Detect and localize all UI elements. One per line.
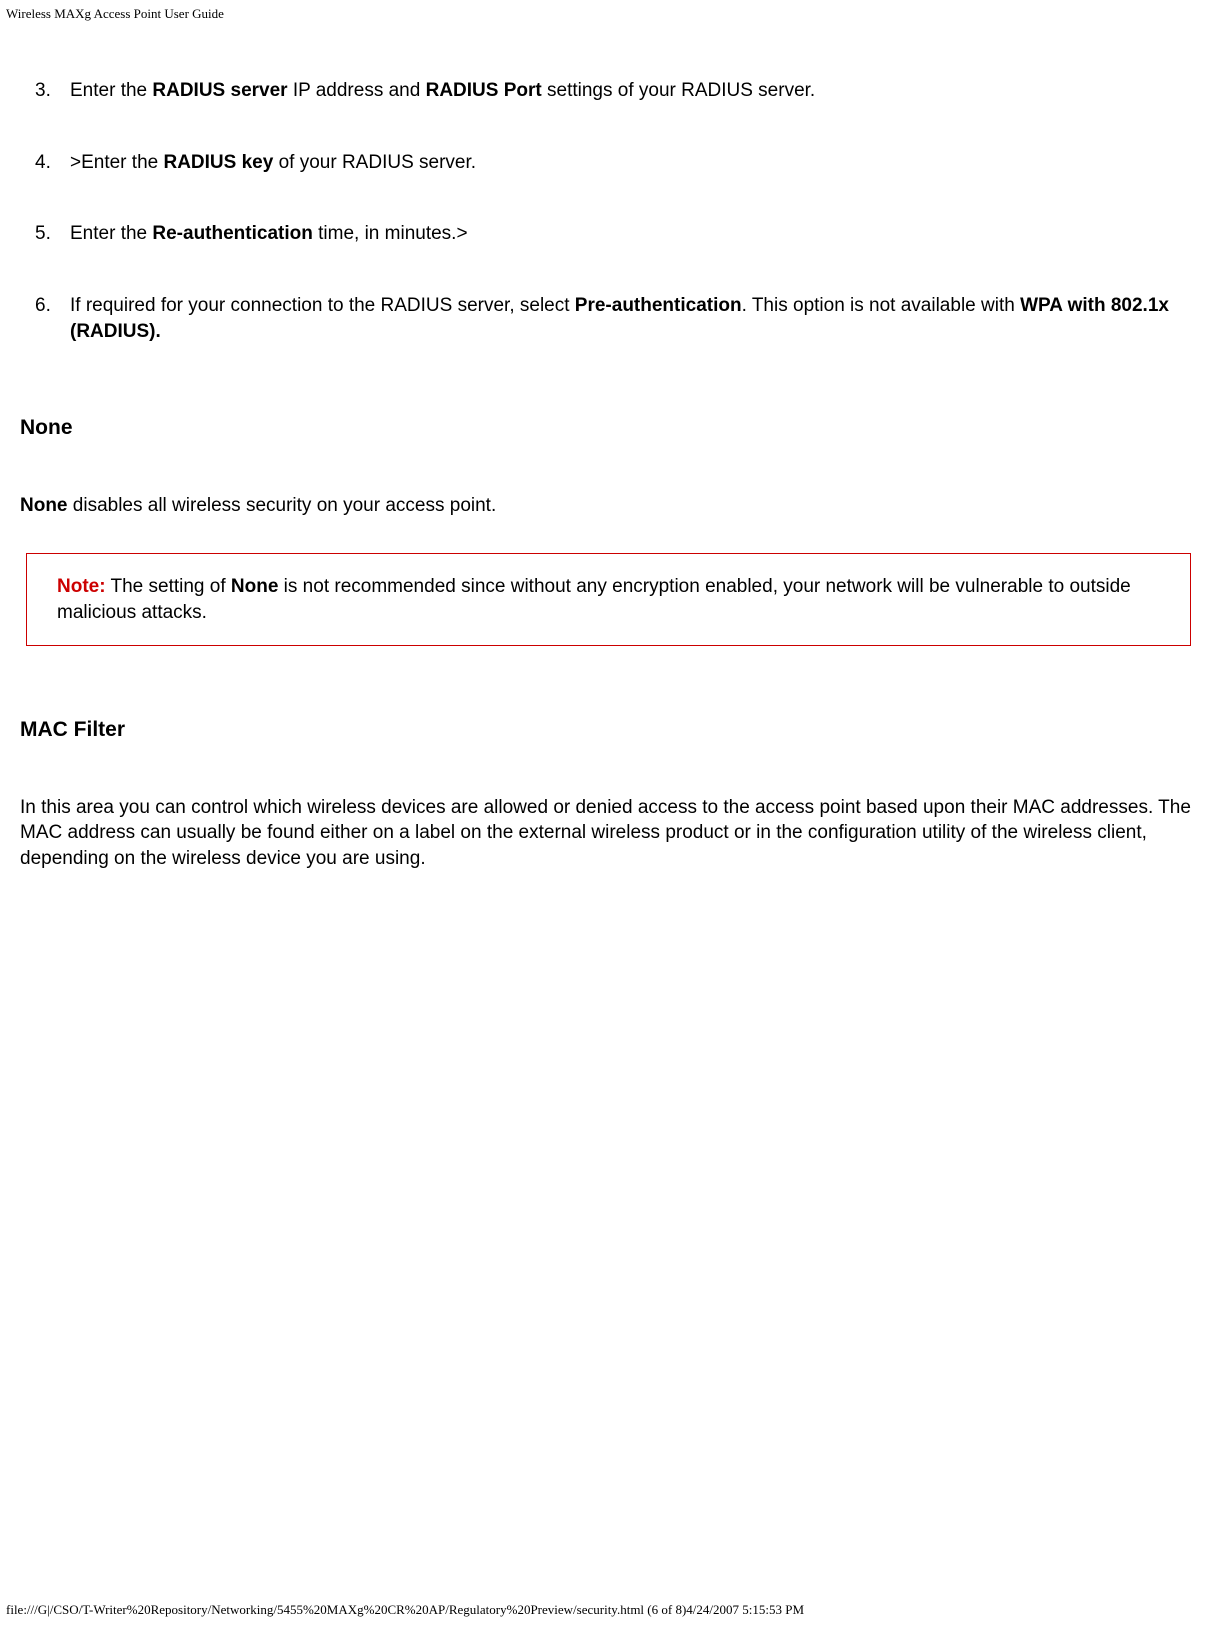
steps-list: Enter the RADIUS server IP address and R… (20, 78, 1197, 344)
footer-text: file:///G|/CSO/T-Writer%20Repository/Net… (6, 1602, 804, 1617)
step-6-text-1: If required for your connection to the R… (70, 295, 575, 316)
mac-filter-paragraph: In this area you can control which wirel… (20, 795, 1197, 872)
header-title: Wireless MAXg Access Point User Guide (6, 6, 224, 21)
step-3-bold-2: RADIUS Port (426, 80, 542, 101)
note-box: Note: The setting of None is not recomme… (26, 553, 1191, 646)
none-bold: None (20, 495, 68, 516)
step-4-bold-1: RADIUS key (163, 152, 273, 173)
step-5: Enter the Re-authentication time, in min… (20, 221, 1197, 247)
step-6: If required for your connection to the R… (20, 293, 1197, 344)
step-4: >Enter the RADIUS key of your RADIUS ser… (20, 150, 1197, 176)
note-label: Note: (57, 576, 106, 597)
step-6-text-2: . This option is not available with (742, 295, 1020, 316)
step-4-text-2: of your RADIUS server. (273, 152, 476, 173)
step-3-text-3: settings of your RADIUS server. (542, 80, 816, 101)
none-heading: None (20, 414, 1197, 442)
page-header: Wireless MAXg Access Point User Guide (0, 0, 1217, 22)
step-3-text-1: Enter the (70, 80, 152, 101)
step-5-text-1: Enter the (70, 223, 152, 244)
page-footer: file:///G|/CSO/T-Writer%20Repository/Net… (6, 1602, 804, 1618)
step-5-text-2: time, in minutes.> (313, 223, 468, 244)
note-bold: None (231, 576, 279, 597)
step-4-text-1: >Enter the (70, 152, 163, 173)
step-6-bold-1: Pre-authentication (575, 295, 742, 316)
none-text: disables all wireless security on your a… (68, 495, 497, 516)
main-content: Enter the RADIUS server IP address and R… (0, 78, 1217, 872)
note-text-1: The setting of (106, 576, 231, 597)
step-3: Enter the RADIUS server IP address and R… (20, 78, 1197, 104)
step-3-bold-1: RADIUS server (152, 80, 287, 101)
step-3-text-2: IP address and (288, 80, 426, 101)
mac-filter-heading: MAC Filter (20, 716, 1197, 744)
none-paragraph: None disables all wireless security on y… (20, 493, 1197, 519)
step-5-bold-1: Re-authentication (152, 223, 312, 244)
